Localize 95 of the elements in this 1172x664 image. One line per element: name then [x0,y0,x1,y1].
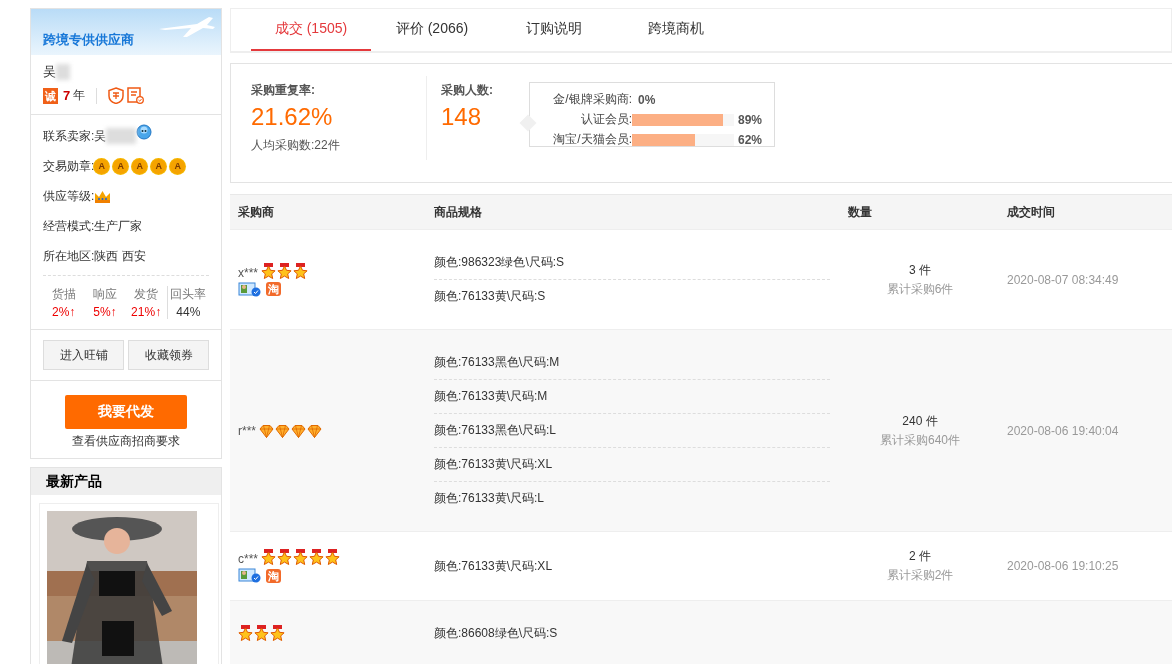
crown-icon [94,189,112,203]
share-reading: 89% [738,112,763,127]
redacted-mark [56,64,70,80]
info-value: 陕西 西安 [94,247,146,265]
rating-label: 回头率 [170,286,207,303]
medal-badge: A [113,158,129,174]
seller-name: 吴 [94,127,107,145]
product-frame[interactable] [39,503,219,664]
rating-value: 21%↑ [131,305,162,319]
info-label: 交易勋章: [43,157,95,175]
quantity: 240 件 [902,412,938,430]
star-medal-icon [270,625,285,642]
medal-badge: A [132,158,148,174]
rating-value: 44% [176,305,201,319]
chat-bubble-icon [136,124,153,140]
diamond-icon [291,424,306,438]
spec-text: 颜色:76133黄\尺码:L [434,481,830,515]
tab[interactable]: 跨境商机 [615,9,737,51]
column-header: 商品规格 [434,203,483,221]
spec-text: 颜色:76133黄\尺码:XL [434,447,830,481]
supplier-name: 吴 [43,63,56,81]
stat-value: 21.62% [251,103,334,131]
spec-text: 颜色:76133黄\尺码:M [434,379,830,413]
stat-value: 22件 [314,137,340,154]
stat-label: 采购重复率: [251,82,316,99]
years-unit: 年 [73,87,86,104]
info-label: 经营模式: [43,217,95,235]
medal-badge: A [94,158,110,174]
diamond-icon [259,424,274,438]
rating-label: 响应 [92,286,117,303]
total-purchased: 累计采购6件 [886,280,954,298]
medal-badge: A [170,158,186,174]
star-medal-icon [254,625,269,642]
star-medal-icon [309,549,324,566]
stat-label: 采购人数: [441,82,494,99]
share-reading: 62% [738,132,763,147]
tab[interactable]: 成交 (1505) [251,9,371,51]
spec-text: 颜色:76133黑色\尺码:M [434,354,561,371]
rating-value: 2%↑ [51,305,76,319]
rating-label: 发货 [134,286,159,303]
star-medal-icon [261,549,276,566]
star-medal-icon [325,549,340,566]
requirements-link[interactable]: 查看供应商招商要求 [72,433,180,450]
deal-time: 2020-08-06 19:40:04 [1007,423,1119,438]
integrity-badge: 诚 [43,87,58,104]
column-header: 成交时间 [1006,203,1056,221]
tab[interactable]: 订购说明 [493,9,615,51]
shop-button[interactable]: 收藏领券 [128,340,209,370]
info-label: 所在地区: [43,247,95,265]
info-label: 供应等级: [43,187,95,205]
member-label: 金/银牌采购商: [552,91,632,108]
spec-text: 颜色:76133黄\尺码:XL [434,557,554,575]
panel-title: 最新产品 [31,468,221,495]
share-reading: 0% [638,92,656,107]
deal-time: 2020-08-06 19:10:25 [1007,559,1119,573]
member-label: 认证会员: [579,111,632,128]
stat-value: 148 [441,103,483,131]
supplier-type: 跨境专供供应商 [43,31,134,49]
total-purchased: 累计采购640件 [880,431,960,449]
spec-text: 颜色:76133黄\尺码:S [434,279,830,313]
quantity: 3 件 [909,261,931,279]
shield-icon [108,87,125,104]
star-medal-icon [293,549,308,566]
column-header: 数量 [847,203,873,221]
total-purchased: 累计采购2件 [886,567,954,584]
redacted-mark [106,128,137,144]
star-medal-icon [261,262,276,280]
star-medal-icon [277,262,292,280]
star-medal-icon [277,549,292,566]
star-medal-icon [293,262,308,280]
member-label: 淘宝/天猫会员: [552,131,632,148]
info-label: 联系卖家: [43,127,95,145]
tab[interactable]: 评价 (2066) [371,9,493,51]
buyer-name: r*** [238,423,256,438]
spec-text: 颜色:76133黑色\尺码:L [434,413,830,447]
diamond-icon [307,424,322,438]
stat-label: 人均采购数: [251,137,315,154]
diamond-icon [275,424,290,438]
spec-text: 颜色:986323绿色\尺码:S [434,254,566,271]
years-count: 7 [63,88,71,103]
buyer-name: x*** [238,265,258,280]
info-value: 生产厂家 [94,217,143,235]
spec-text: 颜色:86608绿色\尺码:S [434,625,559,642]
certificate-icon [127,87,145,104]
rating-value: 5%↑ [93,305,117,319]
medal-badge: A [151,158,167,174]
buyer-name: c*** [238,552,258,566]
star-medal-icon [238,625,253,642]
taobao-badge: 淘 [266,282,281,296]
rating-label: 货描 [51,286,76,303]
shop-button[interactable]: 进入旺铺 [43,340,124,370]
quantity: 2 件 [909,548,931,565]
deal-time: 2020-08-07 08:34:49 [1007,272,1119,287]
column-header: 采购商 [237,203,275,221]
taobao-badge: 淘 [266,568,281,583]
